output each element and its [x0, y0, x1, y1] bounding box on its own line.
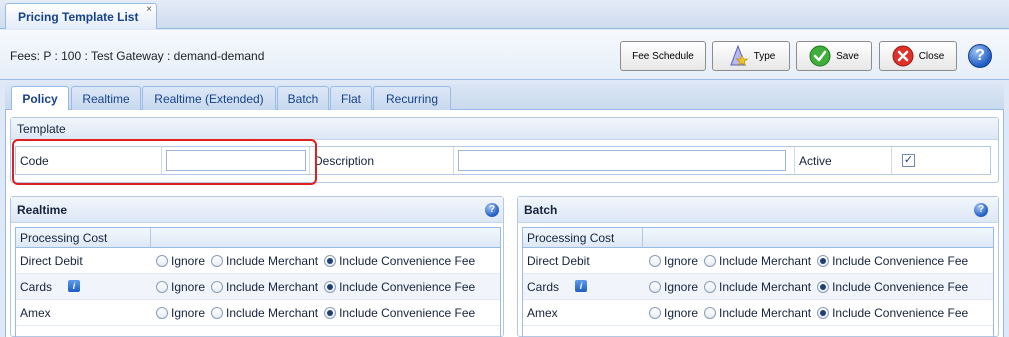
radio-ignore[interactable] — [156, 255, 168, 267]
radio-include-convenience-fee[interactable] — [817, 307, 830, 319]
type-button[interactable]: Type — [712, 41, 790, 71]
realtime-grid-header: Processing Cost — [16, 228, 500, 248]
wizard-hat-icon — [727, 44, 749, 67]
radio-ignore[interactable] — [156, 307, 168, 319]
help-icon[interactable]: ? — [968, 44, 992, 68]
batch-grid: Processing Cost Direct Debit Ignore Incl… — [522, 227, 994, 337]
radio-include-merchant[interactable] — [211, 255, 224, 267]
batch-grid-header: Processing Cost — [523, 228, 993, 248]
row-label: Cards — [20, 280, 53, 294]
processing-cost-header: Processing Cost — [527, 231, 615, 245]
tab-pricing-template-list[interactable]: Pricing Template List × — [5, 3, 157, 29]
toolbar: Fees: P : 100 : Test Gateway : demand-de… — [0, 30, 1009, 80]
tab-batch[interactable]: Batch — [277, 86, 329, 110]
radio-include-merchant[interactable] — [704, 255, 717, 267]
fees-info-text: Fees: P : 100 : Test Gateway : demand-de… — [10, 49, 265, 63]
save-label: Save — [836, 50, 859, 62]
table-row: Direct Debit Ignore Include Merchant Inc… — [523, 248, 993, 274]
close-label: Close — [918, 50, 945, 62]
table-row: Cards i Ignore Include Merchant Include … — [523, 274, 993, 300]
tab-recurring[interactable]: Recurring — [373, 86, 451, 110]
tab-realtime-extended[interactable]: Realtime (Extended) — [142, 86, 276, 110]
table-row: Cards i Ignore Include Merchant Include … — [16, 274, 500, 300]
radio-include-convenience-fee[interactable] — [324, 281, 337, 293]
radio-group: Ignore Include Merchant Include Convenie… — [649, 306, 974, 320]
radio-include-convenience-fee[interactable] — [324, 255, 337, 267]
realtime-help-icon[interactable]: ? — [485, 203, 499, 217]
radio-include-convenience-fee[interactable] — [817, 281, 830, 293]
batch-help-icon[interactable]: ? — [974, 203, 988, 217]
info-icon[interactable]: i — [575, 280, 587, 292]
radio-include-merchant[interactable] — [211, 281, 224, 293]
close-button[interactable]: Close — [879, 41, 957, 71]
description-label: Description — [310, 147, 454, 174]
radio-ignore[interactable] — [649, 307, 661, 319]
tab-flat[interactable]: Flat — [330, 86, 372, 110]
radio-include-convenience-fee[interactable] — [324, 307, 337, 319]
close-circle-icon — [892, 45, 914, 67]
radio-include-merchant[interactable] — [704, 307, 717, 319]
checkmark-icon — [809, 45, 831, 67]
top-tab-strip: Pricing Template List × — [0, 0, 1009, 29]
radio-group: Ignore Include Merchant Include Convenie… — [649, 280, 974, 294]
fee-schedule-button[interactable]: Fee Schedule — [620, 41, 706, 71]
save-button[interactable]: Save — [796, 41, 872, 71]
radio-ignore[interactable] — [649, 281, 661, 293]
radio-include-convenience-fee[interactable] — [817, 255, 830, 267]
radio-include-merchant[interactable] — [211, 307, 224, 319]
template-title: Template — [11, 118, 998, 140]
row-label: Amex — [527, 306, 558, 320]
row-label: Cards — [527, 280, 560, 294]
tab-realtime[interactable]: Realtime — [71, 86, 141, 110]
realtime-grid: Processing Cost Direct Debit Ignore Incl… — [15, 227, 501, 337]
table-row: Amex Ignore Include Merchant Include Con… — [523, 300, 993, 326]
processing-cost-header: Processing Cost — [20, 231, 108, 245]
tab-policy[interactable]: Policy — [11, 86, 69, 111]
batch-fieldset: Batch ? Processing Cost Direct Debit Ign… — [517, 196, 999, 337]
realtime-fieldset: Realtime ? Processing Cost Direct Debit … — [10, 196, 504, 337]
description-input[interactable] — [458, 150, 786, 171]
row-label: Amex — [20, 306, 51, 320]
table-row: Direct Debit Ignore Include Merchant Inc… — [16, 248, 500, 274]
batch-title: Batch — [518, 197, 998, 223]
active-checkbox[interactable]: ✓ — [902, 154, 915, 167]
radio-group: Ignore Include Merchant Include Convenie… — [156, 254, 481, 268]
radio-ignore[interactable] — [156, 281, 168, 293]
row-label: Direct Debit — [527, 254, 590, 268]
section-tabs: Policy Realtime Realtime (Extended) Batc… — [5, 84, 1004, 111]
type-label: Type — [753, 50, 776, 62]
radio-include-merchant[interactable] — [704, 281, 717, 293]
table-row: Amex Ignore Include Merchant Include Con… — [16, 300, 500, 326]
radio-ignore[interactable] — [649, 255, 661, 267]
code-highlight-annotation — [12, 139, 317, 185]
active-label: Active — [794, 147, 892, 174]
radio-group: Ignore Include Merchant Include Convenie… — [649, 254, 974, 268]
radio-group: Ignore Include Merchant Include Convenie… — [156, 280, 481, 294]
row-label: Direct Debit — [20, 254, 83, 268]
tab-close-icon[interactable]: × — [146, 4, 152, 15]
tab-label: Pricing Template List — [18, 10, 139, 24]
radio-group: Ignore Include Merchant Include Convenie… — [156, 306, 481, 320]
realtime-title: Realtime — [11, 197, 503, 223]
fee-schedule-label: Fee Schedule — [632, 50, 694, 62]
info-icon[interactable]: i — [68, 280, 80, 292]
